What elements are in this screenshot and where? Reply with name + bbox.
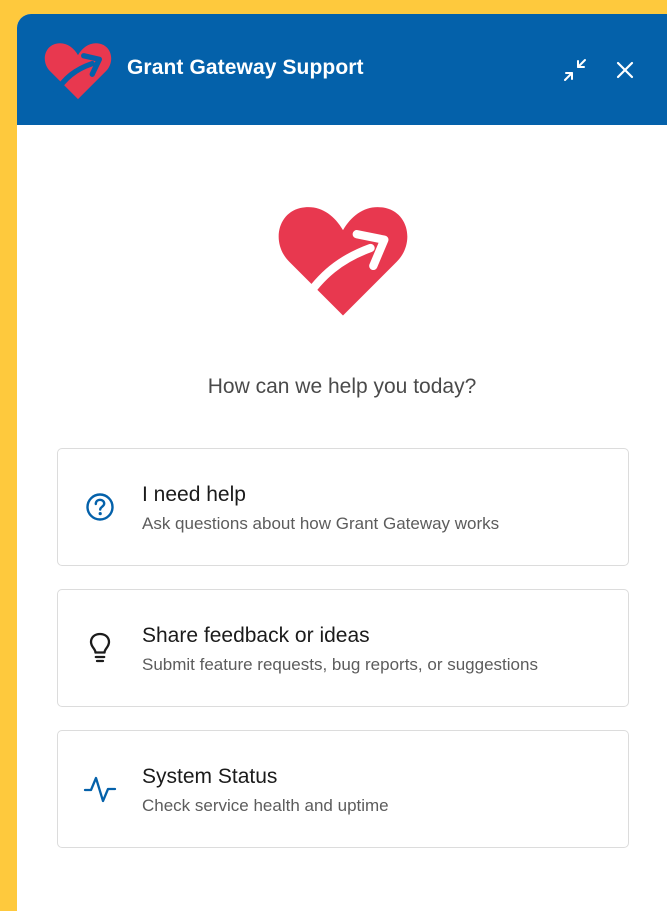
greeting-text: How can we help you today? [207,375,477,398]
option-need-help[interactable]: I need help Ask questions about how Gran… [57,448,629,566]
option-description: Check service health and uptime [142,796,389,815]
heart-arrow-icon [278,207,408,316]
close-icon [616,61,634,79]
option-share-feedback[interactable]: Share feedback or ideas Submit feature r… [57,589,629,707]
option-description: Submit feature requests, bug reports, or… [142,655,538,674]
minimize-icon [564,59,586,81]
widget-title: Grant Gateway Support [127,56,364,79]
option-description: Ask questions about how Grant Gateway wo… [142,514,500,533]
option-title: I need help [142,483,246,506]
option-title: System Status [142,765,278,788]
heart-arrow-icon [44,43,112,100]
option-system-status[interactable]: System Status Check service health and u… [57,730,629,848]
close-button[interactable] [610,55,640,85]
option-title: Share feedback or ideas [142,624,370,647]
pulse-icon [82,771,118,807]
widget-header: Grant Gateway Support [17,14,667,125]
minimize-button[interactable] [560,55,590,85]
question-circle-icon [82,489,118,525]
support-widget: Grant Gateway Support How can we help yo… [17,14,667,911]
lightbulb-icon [82,630,118,666]
